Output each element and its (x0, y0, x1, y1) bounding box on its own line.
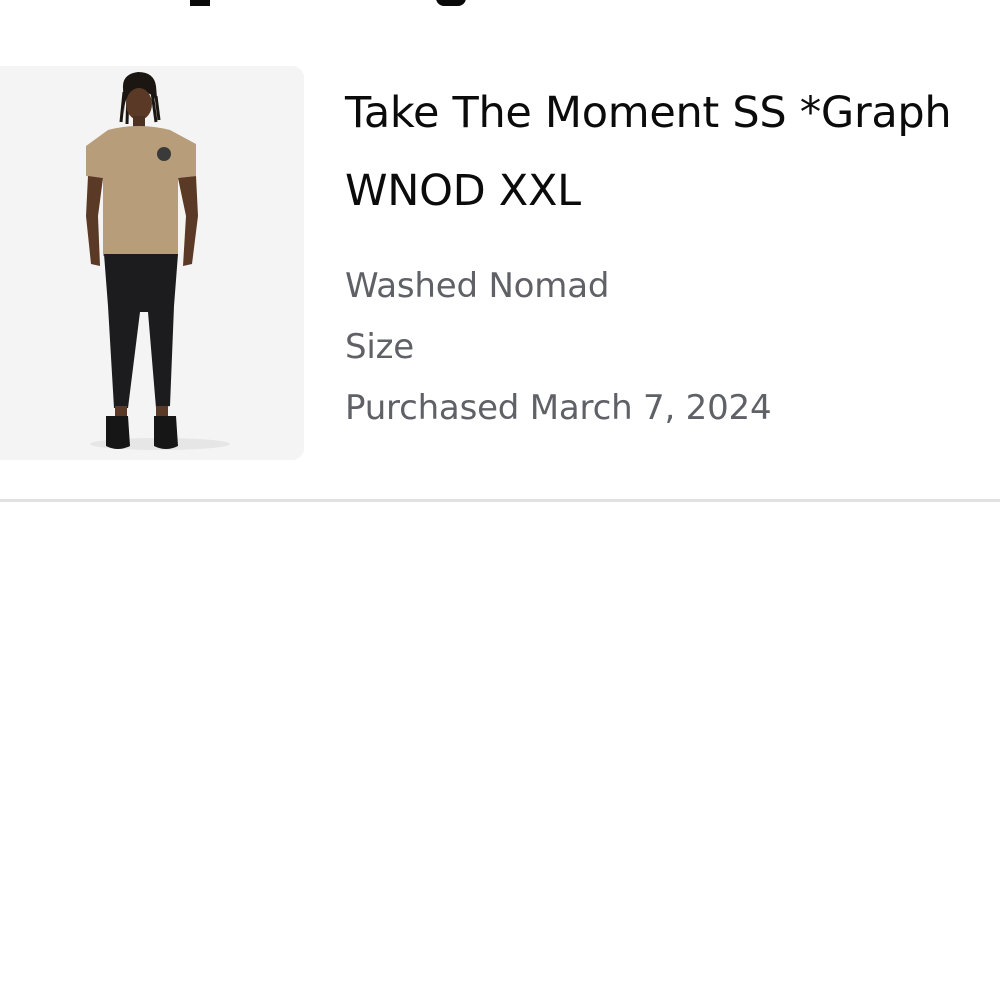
order-item[interactable]: Take The Moment SS *Graph WNOD XXL Washe… (0, 66, 1000, 461)
item-details: Take The Moment SS *Graph WNOD XXL Washe… (345, 74, 1000, 439)
item-size: Size (345, 327, 414, 367)
page-heading-cutoff (0, 0, 1000, 8)
item-title[interactable]: Take The Moment SS *Graph WNOD XXL (345, 74, 1000, 230)
item-color: Washed Nomad (345, 266, 610, 306)
order-details-page: Take The Moment SS *Graph WNOD XXL Washe… (0, 0, 1000, 1000)
item-purchase-date: Purchased March 7, 2024 (345, 388, 772, 428)
item-title-line1: Take The Moment SS *Graph (345, 88, 952, 138)
item-title-line2: WNOD XXL (345, 166, 581, 216)
product-photo (0, 66, 304, 460)
product-image[interactable] (0, 66, 304, 460)
divider (0, 499, 1000, 502)
item-meta: Washed Nomad Size Purchased March 7, 202… (345, 256, 1000, 439)
